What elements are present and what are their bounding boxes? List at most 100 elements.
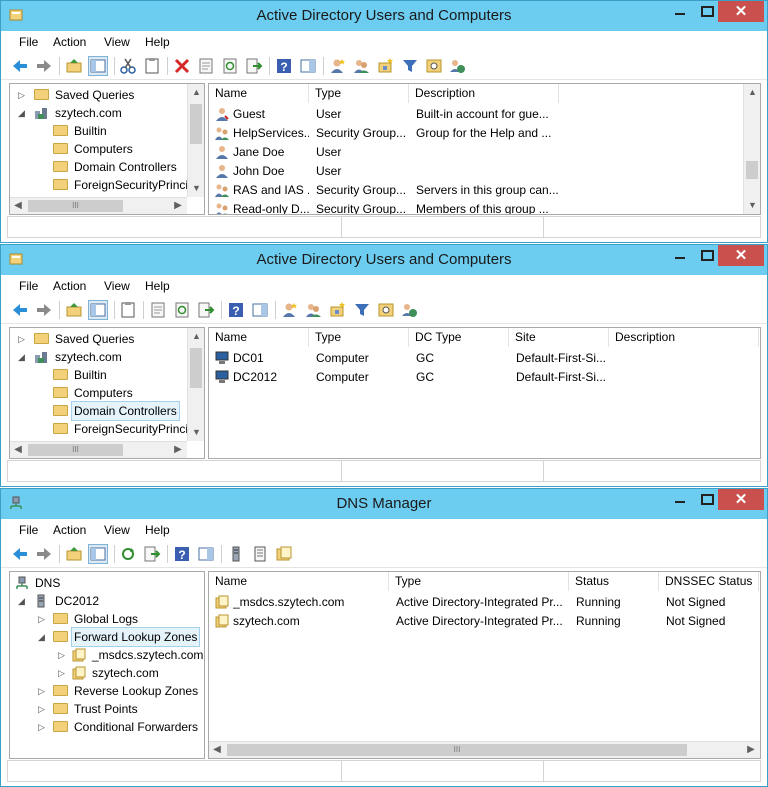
scroll-left-icon[interactable]: ◀: [10, 442, 26, 458]
back-arrow-icon[interactable]: [11, 301, 29, 319]
delete-icon[interactable]: [173, 57, 191, 75]
scroll-thumb[interactable]: III: [28, 444, 123, 456]
forward-arrow-icon[interactable]: [35, 545, 53, 563]
title-bar[interactable]: DNS Manager ✕: [1, 489, 767, 519]
export-list-icon[interactable]: [143, 545, 161, 563]
new-ou-icon[interactable]: [329, 301, 347, 319]
forward-arrow-icon[interactable]: [35, 57, 53, 75]
menu-action[interactable]: Action: [53, 523, 86, 537]
menu-action[interactable]: Action: [53, 35, 86, 49]
export-list-icon[interactable]: [245, 57, 263, 75]
scroll-up-icon[interactable]: ▲: [188, 84, 204, 100]
show-tree-icon[interactable]: [88, 544, 108, 564]
back-arrow-icon[interactable]: [11, 57, 29, 75]
menu-action[interactable]: Action: [53, 279, 86, 293]
collapse-icon[interactable]: ◢: [18, 348, 28, 366]
scroll-thumb[interactable]: III: [28, 200, 123, 212]
new-user-icon[interactable]: [281, 301, 299, 319]
column-header-dc-type[interactable]: DC Type: [409, 328, 509, 347]
scroll-up-icon[interactable]: ▲: [188, 328, 204, 344]
column-header-dnssec-status[interactable]: DNSSEC Status: [659, 572, 759, 591]
find-icon[interactable]: [425, 57, 443, 75]
expand-icon[interactable]: ▷: [38, 682, 48, 700]
filter-icon[interactable]: [401, 57, 419, 75]
show-action-pane-icon[interactable]: [299, 57, 317, 75]
refresh-icon[interactable]: [221, 57, 239, 75]
scroll-down-icon[interactable]: ▼: [188, 180, 204, 196]
close-button[interactable]: ✕: [718, 1, 764, 22]
refresh-icon[interactable]: [173, 301, 191, 319]
column-header-type[interactable]: Type: [309, 84, 409, 103]
expand-icon[interactable]: ▷: [38, 700, 48, 718]
scroll-right-icon[interactable]: ▶: [743, 742, 759, 758]
up-folder-icon[interactable]: [65, 301, 83, 319]
collapse-icon[interactable]: ◢: [38, 628, 48, 646]
tree-vertical-scrollbar[interactable]: ▲ ▼: [187, 328, 204, 441]
scroll-thumb[interactable]: III: [227, 744, 687, 756]
collapse-icon[interactable]: ◢: [18, 104, 28, 122]
scroll-thumb[interactable]: [190, 104, 202, 144]
new-group-icon[interactable]: [305, 301, 323, 319]
export-list-icon[interactable]: [197, 301, 215, 319]
add-to-group-icon[interactable]: [449, 57, 467, 75]
zone-icon[interactable]: [275, 545, 293, 563]
expand-icon[interactable]: ▷: [18, 330, 28, 348]
up-folder-icon[interactable]: [65, 57, 83, 75]
show-action-pane-icon[interactable]: [251, 301, 269, 319]
up-folder-icon[interactable]: [65, 545, 83, 563]
copy-icon[interactable]: [143, 57, 161, 75]
scroll-down-icon[interactable]: ▼: [188, 424, 204, 440]
menu-file[interactable]: File: [19, 279, 38, 293]
records-icon[interactable]: [251, 545, 269, 563]
show-tree-icon[interactable]: [88, 56, 108, 76]
menu-help[interactable]: Help: [145, 35, 170, 49]
help-icon[interactable]: ?: [227, 301, 245, 319]
show-action-pane-icon[interactable]: [197, 545, 215, 563]
show-tree-icon[interactable]: [88, 300, 108, 320]
list-horizontal-scrollbar[interactable]: ◀ III ▶: [209, 741, 760, 758]
expand-icon[interactable]: ▷: [38, 718, 48, 736]
column-header-name[interactable]: Name: [209, 572, 389, 591]
back-arrow-icon[interactable]: [11, 545, 29, 563]
column-header-type[interactable]: Type: [389, 572, 569, 591]
expand-icon[interactable]: ▷: [38, 610, 48, 628]
new-ou-icon[interactable]: [377, 57, 395, 75]
menu-view[interactable]: View: [104, 35, 130, 49]
new-group-icon[interactable]: [353, 57, 371, 75]
menu-help[interactable]: Help: [145, 523, 170, 537]
menu-file[interactable]: File: [19, 35, 38, 49]
close-button[interactable]: ✕: [718, 489, 764, 510]
tree-horizontal-scrollbar[interactable]: ◀ III ▶: [10, 197, 187, 214]
title-bar[interactable]: Active Directory Users and Computers ✕: [1, 1, 767, 31]
scroll-right-icon[interactable]: ▶: [170, 442, 186, 458]
scroll-thumb[interactable]: [746, 161, 758, 179]
copy-icon[interactable]: [119, 301, 137, 319]
list-vertical-scrollbar[interactable]: ▲ ▼: [743, 84, 760, 214]
expand-icon[interactable]: ▷: [58, 664, 68, 682]
help-icon[interactable]: ?: [275, 57, 293, 75]
scroll-up-icon[interactable]: ▲: [744, 84, 760, 100]
scroll-left-icon[interactable]: ◀: [209, 742, 225, 758]
tree-horizontal-scrollbar[interactable]: ◀ III ▶: [10, 441, 187, 458]
forward-arrow-icon[interactable]: [35, 301, 53, 319]
menu-view[interactable]: View: [104, 523, 130, 537]
collapse-icon[interactable]: ◢: [18, 592, 28, 610]
find-icon[interactable]: [377, 301, 395, 319]
add-to-group-icon[interactable]: [401, 301, 419, 319]
column-header-name[interactable]: Name: [209, 328, 309, 347]
server-icon[interactable]: [227, 545, 245, 563]
column-header-description[interactable]: Description: [609, 328, 759, 347]
new-user-icon[interactable]: [329, 57, 347, 75]
menu-view[interactable]: View: [104, 279, 130, 293]
title-bar[interactable]: Active Directory Users and Computers ✕: [1, 245, 767, 275]
menu-help[interactable]: Help: [145, 279, 170, 293]
scroll-thumb[interactable]: [190, 348, 202, 388]
properties-icon[interactable]: [149, 301, 167, 319]
scroll-down-icon[interactable]: ▼: [744, 197, 760, 213]
properties-icon[interactable]: [197, 57, 215, 75]
column-header-name[interactable]: Name: [209, 84, 309, 103]
refresh-icon[interactable]: [119, 545, 137, 563]
column-header-type[interactable]: Type: [309, 328, 409, 347]
column-header-description[interactable]: Description: [409, 84, 559, 103]
filter-icon[interactable]: [353, 301, 371, 319]
